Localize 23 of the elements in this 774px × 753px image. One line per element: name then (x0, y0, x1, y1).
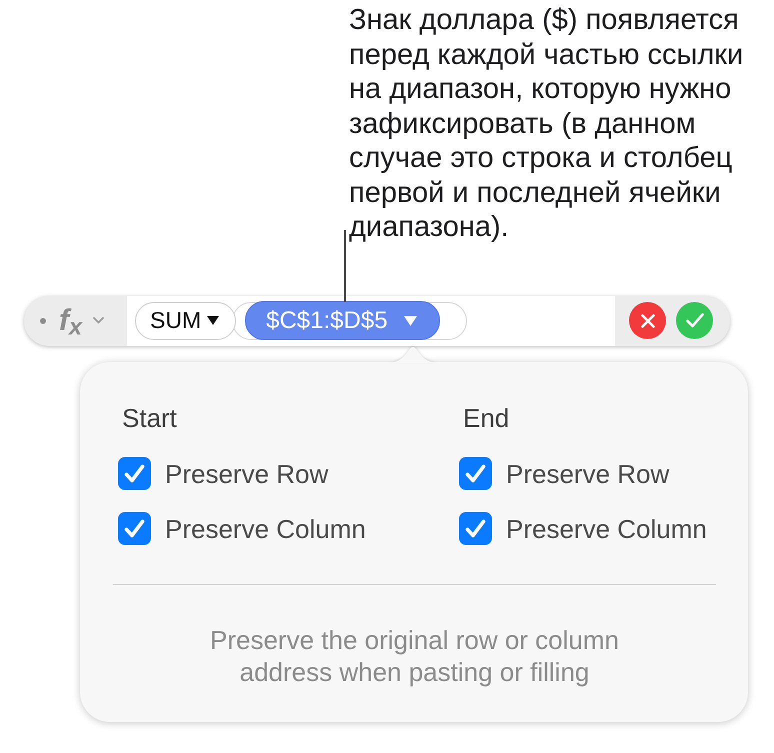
chevron-down-icon (93, 317, 104, 324)
callout-text: Знак доллара ($) появляется перед каждой частью ссылки на диапазон, которую нужно зафиксировать (в данном случае это строка и столбец первой и последней ячейки диапазона). (349, 3, 744, 244)
checkbox-label[interactable]: Preserve Row (506, 456, 670, 492)
dot-icon (40, 318, 46, 324)
formula-field[interactable]: SUM $C$1:$D$5 (127, 296, 615, 346)
checkbox[interactable] (459, 457, 492, 490)
column-heading: End (463, 402, 510, 432)
checkbox-label[interactable]: Preserve Column (506, 510, 707, 546)
checkmark-icon (686, 313, 704, 328)
checkbox-label[interactable]: Preserve Column (165, 510, 366, 546)
leader-line (344, 230, 346, 302)
confirm-button[interactable] (676, 302, 713, 339)
caret-icon (207, 316, 220, 325)
close-icon (640, 314, 654, 328)
checkbox[interactable] (118, 457, 151, 490)
function-token[interactable]: SUM (135, 302, 236, 340)
checkbox[interactable] (118, 512, 151, 545)
column-heading: Start (122, 402, 178, 432)
caret-icon (404, 316, 417, 326)
cancel-button[interactable] (629, 302, 666, 339)
checkbox-label[interactable]: Preserve Row (165, 456, 328, 492)
description-text: Preserve the original row or column address when pasting or filling (209, 624, 620, 688)
checkbox[interactable] (459, 512, 492, 545)
